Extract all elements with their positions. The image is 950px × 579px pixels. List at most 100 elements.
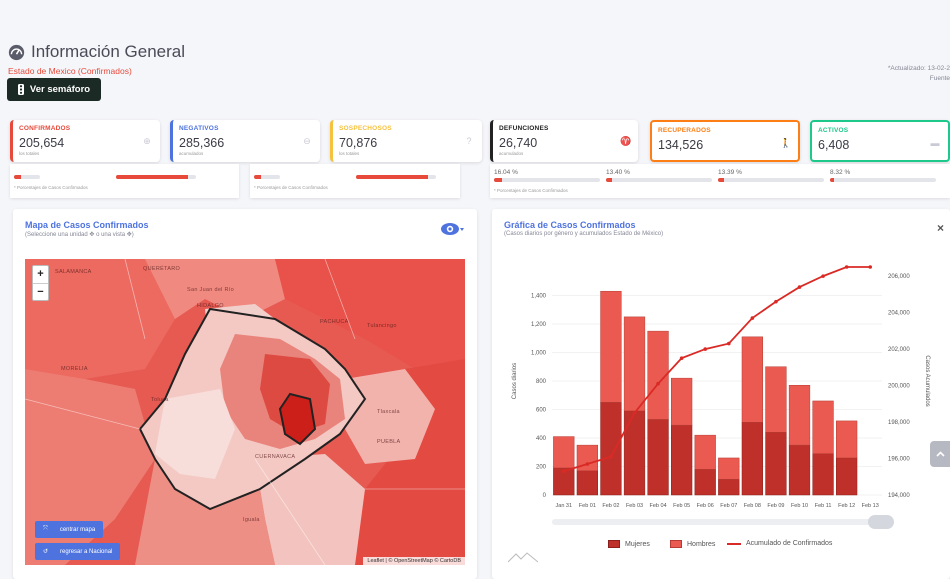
percent-bar: [718, 178, 824, 182]
bar-mujeres: [694, 469, 716, 496]
bar-mujeres: [741, 422, 763, 496]
point-acumulado: [797, 285, 802, 289]
y-right-axis-label: Casos Acumulados: [924, 355, 930, 406]
semaforo-button-label: Ver semáforo: [29, 84, 91, 95]
map-place-label: QUERÉTARO: [143, 266, 181, 272]
legend-label: Mujeres: [625, 540, 650, 548]
page-title: Información General: [8, 42, 185, 62]
x-tick-label: Feb 02: [602, 503, 619, 509]
chart-legend-item[interactable]: Acumulado de Confirmados: [727, 540, 832, 547]
bed-icon: ▬: [930, 138, 940, 148]
point-acumulado: [585, 462, 590, 466]
x-tick-label: Feb 12: [838, 503, 855, 509]
point-acumulado: [703, 347, 708, 351]
stat-card-sospechosos: SOSPECHOSOS 70,876 los totales?: [330, 120, 482, 162]
page-title-text: Información General: [31, 42, 186, 61]
y-right-tick-label: 206,000: [888, 274, 910, 280]
y-tick-label: 0: [543, 493, 547, 499]
chevron-up-icon: [935, 451, 945, 457]
map-place-label: PUEBLA: [377, 439, 401, 445]
bar-hombres: [741, 336, 763, 423]
undo-icon: ↺: [43, 549, 49, 555]
stat-card-confirmados: CONFIRMADOS 205,654 los totales ⊕: [10, 120, 160, 162]
bar-mujeres: [647, 419, 669, 496]
y-axis-label: Casos diarios: [512, 363, 518, 399]
bar-hombres: [600, 290, 622, 403]
national-button[interactable]: ↺ regresar a Nacional: [35, 543, 121, 560]
close-icon[interactable]: ×: [937, 221, 944, 235]
center-map-button[interactable]: ⤧ centrar mapa: [35, 521, 104, 538]
stat-label: DEFUNCIONES: [499, 125, 549, 132]
update-info: *Actualizado: 13-02-2 Fuente: [888, 64, 950, 84]
bar-mujeres: [600, 402, 622, 496]
chart-legend-item[interactable]: Hombres: [670, 540, 715, 548]
legend-label: Hombres: [687, 540, 716, 548]
center-map-label: centrar mapa: [59, 526, 96, 533]
y-tick-label: 1,400: [531, 294, 547, 300]
national-button-label: regresar a Nacional: [60, 548, 113, 555]
point-acumulado: [726, 341, 731, 346]
y-right-tick-label: 194,000: [888, 493, 910, 499]
y-tick-label: 800: [536, 379, 547, 385]
percent-bar: [14, 175, 40, 179]
map-place-label: San Juan del Río: [187, 287, 234, 293]
y-right-tick-label: 202,000: [888, 347, 910, 353]
bar-mujeres: [671, 424, 693, 496]
bar-mujeres: [623, 410, 646, 496]
percent-strip-1: * Porcentajes de Casos Confirmados: [10, 164, 239, 198]
stat-card-recuperados: RECUPERADOS 134,526 🚶: [650, 120, 800, 162]
point-acumulado: [679, 356, 684, 360]
map-place-label: CUERNAVACA: [255, 454, 296, 460]
map-place-label: SALAMANCA: [55, 269, 92, 275]
chart-legend-item[interactable]: Mujeres: [608, 540, 650, 548]
chart-panel-title: Gráfica de Casos Confirmados: [504, 220, 636, 230]
bar-hombres: [623, 316, 646, 412]
y-tick-label: 1,000: [531, 351, 547, 357]
percent-strip-2: * Porcentajes de Casos Confirmados: [250, 164, 460, 198]
bar-mujeres: [836, 457, 858, 496]
stat-card-activos: ACTIVOS 6,408 ▬: [810, 120, 950, 162]
stat-label: SOSPECHOSOS: [339, 125, 392, 132]
x-tick-label: Feb 08: [744, 503, 761, 509]
ribbon-icon: ♈: [620, 136, 632, 146]
x-tick-label: Feb 13: [862, 503, 879, 509]
map-panel-subtitle: (Seleccione una unidad ✥ o una vista ✥): [25, 232, 134, 238]
x-tick-label: Jan 31: [556, 503, 573, 509]
bar-mujeres: [576, 470, 598, 496]
stat-value: 70,876: [339, 136, 378, 150]
y-tick-label: 400: [536, 436, 547, 442]
chart-scroll-track[interactable]: [552, 519, 882, 525]
chart-panel-subtitle: (Casos diarios por género y acumulados E…: [504, 231, 664, 237]
zoom-in-button[interactable]: +: [33, 266, 48, 283]
stat-sub: acumulados: [179, 151, 204, 156]
updated-date: *Actualizado: 13-02-2: [887, 65, 950, 72]
zoom-out-button[interactable]: −: [33, 283, 48, 300]
bar-hombres: [553, 436, 575, 469]
map-place-label: Tlaxcala: [377, 409, 400, 415]
point-acumulado: [609, 454, 613, 459]
bar-mujeres: [718, 479, 740, 496]
stat-label: ACTIVOS: [818, 127, 849, 134]
scroll-top-button[interactable]: [930, 441, 950, 467]
eye-dropdown-icon[interactable]: [441, 222, 465, 236]
x-tick-label: Feb 10: [791, 503, 808, 509]
map-view[interactable]: SALAMANCA QUERÉTARO San Juan del Río HIDALG…: [25, 259, 465, 565]
percent-value: 8.32 %: [830, 169, 851, 176]
stat-card-negativos: NEGATIVOS 285,366 acumulados ⊖: [170, 120, 320, 162]
y-right-tick-label: 200,000: [888, 384, 910, 390]
map-place-label: Iguala: [243, 517, 260, 523]
strip-note: * Porcentajes de Casos Confirmados: [254, 185, 328, 190]
percent-bar: [254, 175, 280, 179]
bar-hombres: [788, 385, 811, 446]
chart-scroll-handle[interactable]: [868, 515, 894, 529]
percent-bar: [606, 178, 712, 182]
mountain-icon: [508, 552, 538, 563]
stat-label: NEGATIVOS: [179, 125, 219, 132]
semaforo-button[interactable]: Ver semáforo: [7, 78, 101, 101]
point-acumulado: [561, 469, 566, 474]
point-acumulado: [844, 265, 849, 269]
x-tick-label: Feb 05: [673, 503, 690, 509]
percent-value: 13.39 %: [718, 169, 742, 176]
percent-bar: [494, 178, 600, 182]
traffic-light-icon: [17, 84, 24, 95]
